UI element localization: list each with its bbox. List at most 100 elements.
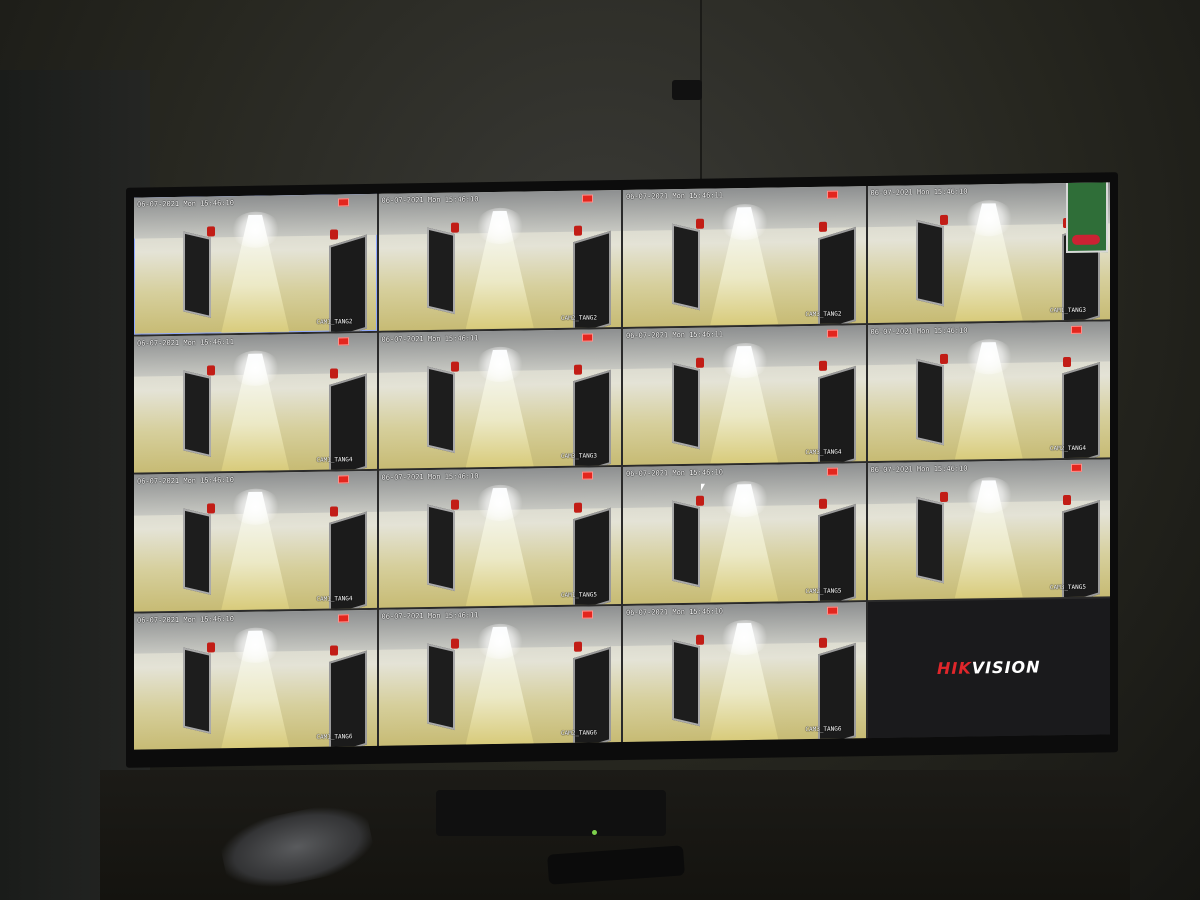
camera-tile[interactable]: 06-07-2021 Mon 15:46:11 CAM2_TANG6 [378,605,621,746]
alarm-light [940,214,949,226]
alarm-light [451,361,460,372]
hikvision-logo: HIKVISION [936,657,1041,679]
timestamp: 06-07-2021 Mon 15:46:10 [626,468,723,478]
alarm-light [451,222,460,233]
timestamp: 06-07-2021 Mon 15:46:10 [870,326,968,336]
alarm-light [206,641,215,653]
door [427,643,456,731]
camera-name: CAM3_TANG6 [805,725,842,734]
timestamp: 06-07-2021 Mon 15:46:10 [381,195,479,205]
timestamp: 06-07-2021 Mon 15:46:11 [626,329,723,340]
camera-tile[interactable]: 06-07-2021 Mon 15:46:10 CAM2_TANG5 [623,463,866,604]
camera-tile[interactable]: 06-07-2021 Mon 15:46:10 CAM3_TANG6 [623,601,866,742]
camera-tile[interactable]: 06-07-2021 Mon 15:46:11 CAM3_TANG4 [623,324,866,465]
timestamp: 06-07-2021 Mon 15:46:10 [870,187,968,198]
camera-tile[interactable]: 06-07-2021 Mon 15:46:10 CAM1_TANG2 [134,193,377,335]
camera-grid: 06-07-2021 Mon 15:46:10 CAM1_TANG2 06-07… [134,182,1110,750]
camera-tile[interactable]: 06-07-2021 Mon 15:46:10 CAM1_TANG6 [134,609,377,750]
door [427,366,456,454]
alarm-light [206,226,215,237]
timestamp: 06-07-2021 Mon 15:46:10 [137,199,234,209]
record-icon [1071,325,1082,334]
record-icon [826,467,838,476]
record-icon [582,332,593,342]
alarm-light [818,222,827,233]
alarm-light [695,357,704,368]
alarm-light [329,368,338,379]
record-icon [826,190,838,199]
timestamp: 06-07-2021 Mon 15:46:11 [381,610,479,621]
camera-name: CAM1_TANG2 [316,317,353,326]
alarm-light [1063,356,1072,368]
sticker-badge [1066,182,1108,254]
door [182,370,211,458]
camera-name: CAM2_TANG2 [560,313,597,322]
camera-name: CAM2_TANG6 [560,729,597,737]
camera-name: CAM3_TANG2 [805,310,842,318]
camera-name: CAM1_TANG5 [560,590,597,599]
camera-name: CAM1_TANG3 [1049,306,1086,314]
record-icon [337,336,349,345]
monitor: 06-07-2021 Mon 15:46:10 CAM1_TANG2 06-07… [126,172,1118,768]
door [671,223,700,311]
door [182,647,211,735]
camera-name: CAM2_TANG5 [805,587,842,595]
alarm-light [574,364,583,375]
camera-name: CAM3_TANG4 [805,448,842,457]
wall-outlet [672,80,702,100]
alarm-light [206,503,215,514]
camera-tile[interactable]: 06-07-2021 Mon 15:46:10 CAM3_TANG5 [867,459,1110,600]
camera-name: CAM3_TANG3 [560,452,597,460]
alarm-light [695,495,704,506]
door [671,500,700,588]
camera-tile[interactable]: 06-07-2021 Mon 15:46:10 CAM2_TANG4 [867,320,1110,462]
timestamp: 06-07-2021 Mon 15:46:10 [626,606,723,617]
timestamp: 06-07-2021 Mon 15:46:11 [626,191,723,201]
camera-tile[interactable]: 06-07-2021 Mon 15:46:10 CAM1_TANG4 [134,470,377,612]
alarm-light [329,229,338,241]
timestamp: 06-07-2021 Mon 15:46:10 [870,464,968,475]
camera-name: CAM3_TANG5 [1049,583,1086,591]
record-icon [337,198,349,207]
record-icon [582,471,593,480]
camera-tile[interactable]: 06-07-2021 Mon 15:46:10 CAM2_TANG2 [378,190,621,331]
record-icon [337,613,349,622]
alarm-light [574,226,583,237]
camera-tile[interactable]: 06-07-2021 Mon 15:46:11 CAM3_TANG3 [378,328,621,469]
timestamp: 06-07-2021 Mon 15:46:10 [137,476,234,486]
logo-tile: HIKVISION [867,597,1110,739]
alarm-light [818,499,827,510]
camera-name: CAM2_TANG4 [1049,444,1086,453]
record-icon [582,609,593,619]
camera-name: CAM1_TANG4 [316,456,353,464]
nvr-recorder [436,790,666,836]
mouse-cursor-icon [701,483,705,491]
camera-tile[interactable]: 06-07-2021 Mon 15:46:10 CAM1_TANG5 [378,467,621,608]
alarm-light [695,218,704,229]
door [916,497,945,585]
record-icon [582,194,593,203]
alarm-light [329,645,338,656]
alarm-light [695,634,704,645]
door [182,508,211,596]
camera-name: CAM1_TANG6 [316,733,353,741]
camera-tile[interactable]: 06-07-2021 Mon 15:46:11 CAM1_TANG4 [134,332,377,473]
camera-tile[interactable]: 06-07-2021 Mon 15:46:11 CAM3_TANG2 [623,186,866,327]
alarm-light [451,638,460,649]
alarm-light [206,364,215,376]
timestamp: 06-07-2021 Mon 15:46:10 [137,614,234,625]
alarm-light [940,353,949,364]
timestamp: 06-07-2021 Mon 15:46:11 [137,337,234,348]
door [671,639,700,727]
door [916,358,945,446]
power-led [592,830,597,835]
alarm-light [451,499,460,510]
record-icon [826,329,838,338]
door [671,362,700,450]
alarm-light [574,641,583,652]
camera-tile[interactable]: 06-07-2021 Mon 15:46:10 CAM1_TANG3 [867,182,1110,323]
alarm-light [329,506,338,518]
alarm-light [1063,495,1072,506]
alarm-light [818,637,827,648]
door [916,220,945,308]
